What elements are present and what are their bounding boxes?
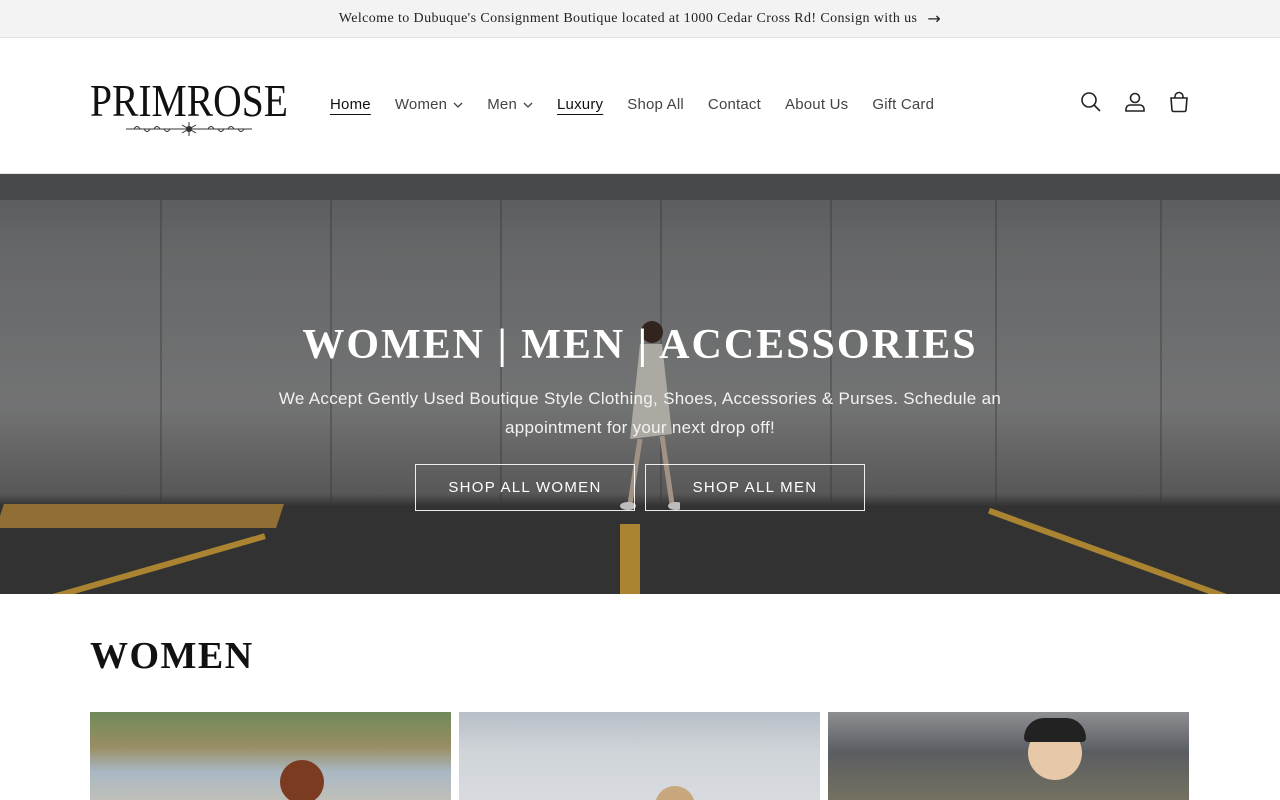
logo[interactable]: PRIMROSE <box>90 78 290 138</box>
hero-banner: WOMEN | MEN | ACCESSORIES We Accept Gent… <box>0 174 1280 594</box>
chevron-down-icon <box>453 102 463 108</box>
logo-text: PRIMROSE <box>90 75 288 126</box>
nav-men-label: Men <box>487 96 518 113</box>
section-title-women: WOMEN <box>90 635 254 677</box>
nav-gift-card-label: Gift Card <box>872 96 935 113</box>
arrow-right-icon[interactable]: → <box>927 9 941 28</box>
cart-icon[interactable] <box>1168 91 1190 113</box>
chevron-down-icon <box>523 102 533 108</box>
logo-flourish-icon <box>126 122 252 136</box>
nav-men[interactable]: Men <box>487 94 533 116</box>
account-icon[interactable] <box>1124 91 1146 113</box>
nav-home[interactable]: Home <box>330 94 371 116</box>
shop-all-men-button[interactable]: SHOP ALL MEN <box>645 464 865 511</box>
announcement-text[interactable]: Welcome to Dubuque's Consignment Boutiqu… <box>339 11 918 27</box>
card-photo-subject <box>280 760 324 800</box>
nav-shop-all-label: Shop All <box>627 96 684 113</box>
announcement-bar[interactable]: Welcome to Dubuque's Consignment Boutiqu… <box>0 0 1280 38</box>
hero-subtitle: We Accept Gently Used Boutique Style Clo… <box>278 389 1002 437</box>
shop-all-women-button[interactable]: SHOP ALL WOMEN <box>415 464 635 511</box>
nav-gift-card[interactable]: Gift Card <box>872 94 934 116</box>
card-photo-cap <box>1024 718 1086 742</box>
nav-about-us-label: About Us <box>785 96 849 113</box>
nav-women[interactable]: Women <box>395 94 463 116</box>
site-header: PRIMROSE Home Women Men Luxury Shop All <box>0 38 1280 174</box>
nav-women-label: Women <box>394 96 448 113</box>
main-nav: Home Women Men Luxury Shop All Contact A… <box>330 94 958 116</box>
collection-card-image[interactable] <box>828 712 1189 800</box>
search-icon[interactable] <box>1080 91 1102 113</box>
nav-luxury[interactable]: Luxury <box>557 94 603 116</box>
header-icons <box>1080 91 1190 113</box>
nav-shop-all[interactable]: Shop All <box>627 94 684 116</box>
nav-home-label: Home <box>330 96 371 113</box>
collection-card-image[interactable] <box>459 712 820 800</box>
women-collection-grid <box>90 712 1189 800</box>
hero-content: WOMEN | MEN | ACCESSORIES We Accept Gent… <box>0 320 1280 511</box>
nav-about-us[interactable]: About Us <box>785 94 848 116</box>
hero-buttons: SHOP ALL WOMEN SHOP ALL MEN <box>0 464 1280 511</box>
nav-contact-label: Contact <box>707 96 762 113</box>
nav-contact[interactable]: Contact <box>708 94 761 116</box>
card-photo-subject <box>655 786 695 800</box>
collection-card-image[interactable] <box>90 712 451 800</box>
nav-luxury-label: Luxury <box>557 96 604 113</box>
hero-title: WOMEN | MEN | ACCESSORIES <box>302 322 978 368</box>
